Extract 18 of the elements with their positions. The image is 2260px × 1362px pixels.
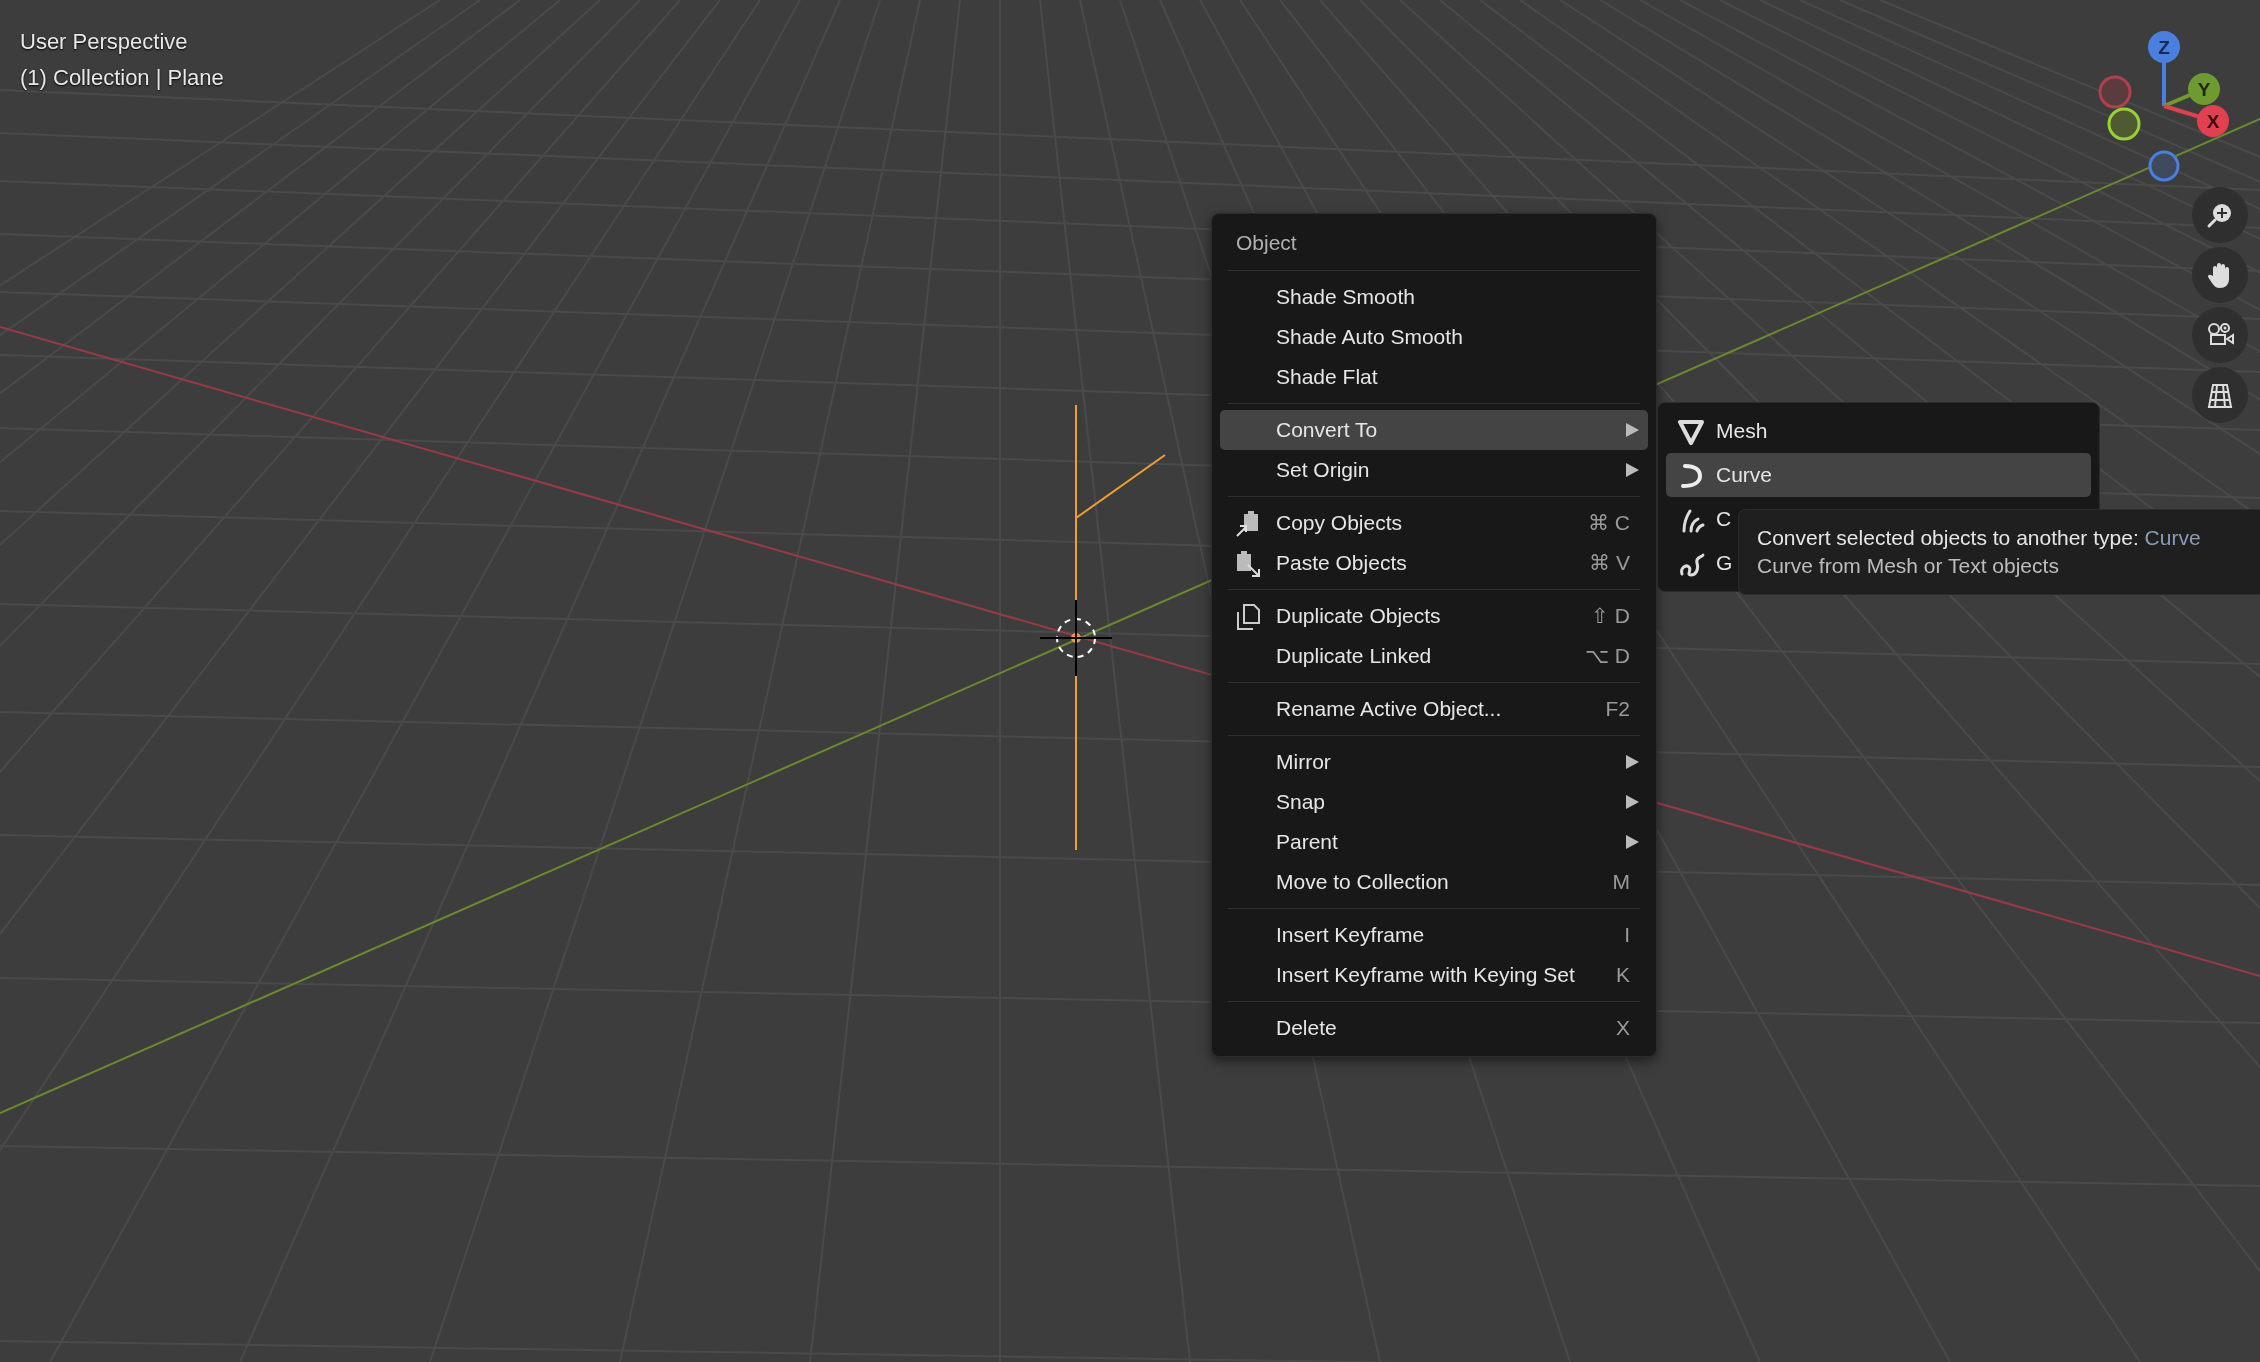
tooltip-description: Curve from Mesh or Text objects xyxy=(1757,553,2060,579)
shortcut-text: I xyxy=(1624,922,1630,949)
axis-label: X xyxy=(2206,111,2220,132)
shortcut-text: ⌘ V xyxy=(1589,550,1630,577)
context-text: (1) Collection | Plane xyxy=(20,64,224,92)
tooltip-text: Convert selected objects to another type: xyxy=(1757,526,2139,549)
shortcut-text: M xyxy=(1612,869,1630,896)
menu-title: Object xyxy=(1235,230,1298,256)
shortcut-text: X xyxy=(1616,1015,1630,1042)
axis-label: Z xyxy=(2158,37,2170,58)
shortcut-text: F2 xyxy=(1605,696,1630,723)
view-name-text: User Perspective xyxy=(20,28,189,56)
axis-label: Y xyxy=(2197,79,2211,100)
tooltip-value: Curve xyxy=(2144,526,2201,549)
shortcut-text: ⌘ C xyxy=(1588,510,1630,537)
shortcut-text: K xyxy=(1616,962,1630,989)
shortcut-text: ⇧ D xyxy=(1591,603,1630,630)
shortcut-text: ⌥ D xyxy=(1585,643,1630,670)
